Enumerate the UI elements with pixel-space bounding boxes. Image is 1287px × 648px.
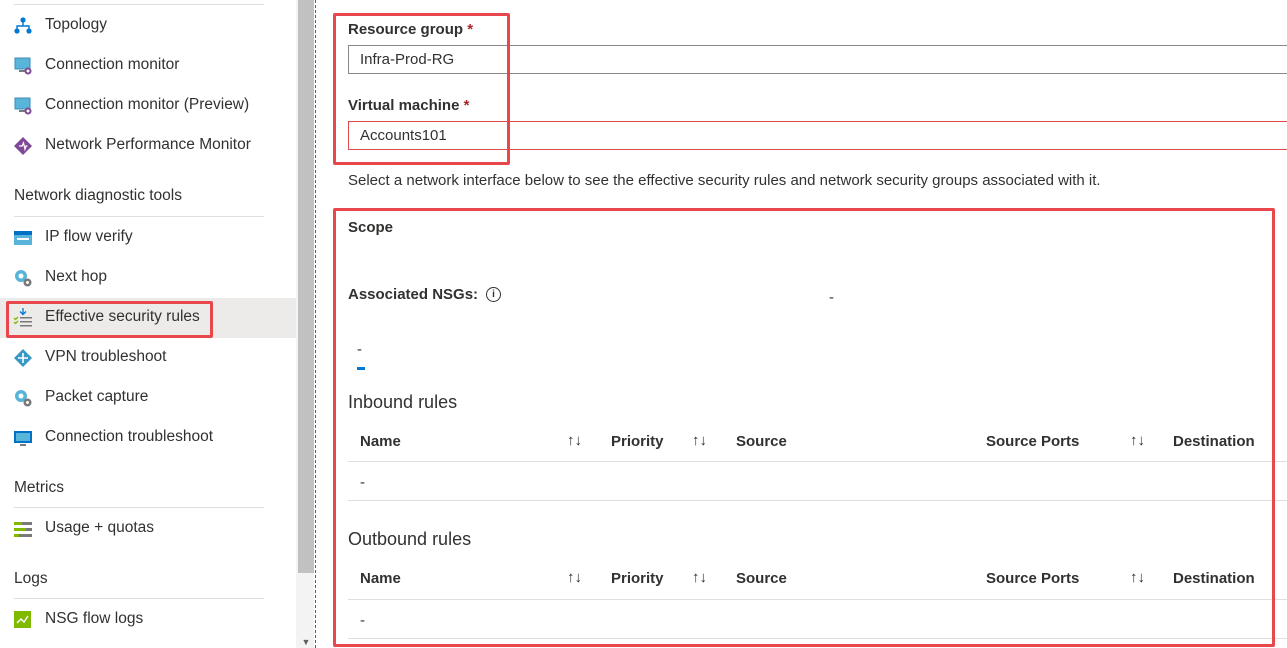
table-divider bbox=[348, 461, 1287, 462]
topology-icon bbox=[13, 16, 33, 36]
section-heading-network-diagnostic-tools: Network diagnostic tools bbox=[14, 187, 182, 204]
sidebar-item-connection-troubleshoot[interactable]: Connection troubleshoot bbox=[0, 418, 296, 458]
column-header-destination[interactable]: Destination bbox=[1173, 570, 1255, 587]
vpn-troubleshoot-icon bbox=[13, 348, 33, 368]
sidebar-item-topology[interactable]: Topology bbox=[0, 6, 296, 46]
sidebar-item-label: Connection monitor (Preview) bbox=[45, 96, 250, 113]
sidebar-item-connection-monitor-preview[interactable]: Connection monitor (Preview) bbox=[0, 86, 296, 126]
ip-flow-verify-icon bbox=[13, 228, 33, 248]
panel-divider bbox=[315, 0, 316, 648]
sidebar-item-vpn-troubleshoot[interactable]: VPN troubleshoot bbox=[0, 338, 296, 378]
help-text: Select a network interface below to see … bbox=[348, 172, 1101, 189]
sidebar-item-label: NSG flow logs bbox=[45, 610, 144, 627]
sort-icon[interactable]: ↑↓ bbox=[1130, 432, 1145, 449]
connection-monitor-preview-icon bbox=[13, 96, 33, 116]
column-header-name[interactable]: Name bbox=[360, 570, 401, 587]
virtual-machine-label: Virtual machine * bbox=[348, 97, 469, 114]
column-header-destination[interactable]: Destination bbox=[1173, 433, 1255, 450]
sidebar-item-effective-security-rules[interactable]: Effective security rules bbox=[0, 298, 296, 338]
effective-security-rules-icon bbox=[13, 308, 33, 328]
sidebar-divider bbox=[14, 216, 264, 217]
column-header-source-ports[interactable]: Source Ports bbox=[986, 433, 1079, 450]
virtual-machine-field[interactable]: Accounts101 bbox=[348, 121, 1287, 150]
table-row: - bbox=[360, 612, 365, 629]
connection-troubleshoot-icon bbox=[13, 428, 33, 448]
network-performance-monitor-icon bbox=[13, 136, 33, 156]
sort-icon[interactable]: ↑↓ bbox=[692, 569, 707, 586]
virtual-machine-label-text: Virtual machine bbox=[348, 97, 460, 114]
sidebar-item-label: Effective security rules bbox=[45, 308, 200, 325]
sidebar-scroll-thumb[interactable] bbox=[298, 0, 314, 573]
resource-group-label: Resource group * bbox=[348, 21, 473, 38]
sort-icon[interactable]: ↑↓ bbox=[567, 432, 582, 449]
sidebar-item-label: Connection troubleshoot bbox=[45, 428, 214, 445]
associated-nsgs-value: - bbox=[829, 289, 834, 306]
sidebar-item-network-performance-monitor[interactable]: Network Performance Monitor bbox=[0, 126, 296, 166]
table-divider bbox=[348, 599, 1287, 600]
sidebar: Topology Connection monitor Connection m… bbox=[0, 0, 296, 648]
required-mark: * bbox=[467, 21, 474, 38]
next-hop-icon bbox=[13, 268, 33, 288]
sidebar-item-label: Next hop bbox=[45, 268, 108, 285]
nsg-flow-logs-icon bbox=[13, 610, 33, 630]
resource-group-label-text: Resource group bbox=[348, 21, 464, 38]
sort-icon[interactable]: ↑↓ bbox=[692, 432, 707, 449]
column-header-source[interactable]: Source bbox=[736, 570, 787, 587]
section-heading-logs: Logs bbox=[14, 570, 48, 587]
sidebar-item-ip-flow-verify[interactable]: IP flow verify bbox=[0, 218, 296, 258]
sidebar-item-label: VPN troubleshoot bbox=[45, 348, 167, 365]
sidebar-item-label: IP flow verify bbox=[45, 228, 133, 245]
table-divider bbox=[348, 638, 1287, 639]
outbound-rules-title: Outbound rules bbox=[348, 529, 472, 549]
sidebar-item-next-hop[interactable]: Next hop bbox=[0, 258, 296, 298]
network-interface-tab[interactable]: - bbox=[357, 341, 362, 358]
table-row: - bbox=[360, 474, 365, 491]
packet-capture-icon bbox=[13, 388, 33, 408]
usage-quotas-icon bbox=[13, 519, 33, 539]
sidebar-item-label: Connection monitor bbox=[45, 56, 180, 73]
column-header-source-ports[interactable]: Source Ports bbox=[986, 570, 1079, 587]
sidebar-divider bbox=[14, 598, 264, 599]
column-header-priority[interactable]: Priority bbox=[611, 570, 664, 587]
sort-icon[interactable]: ↑↓ bbox=[567, 569, 582, 586]
sort-icon[interactable]: ↑↓ bbox=[1130, 569, 1145, 586]
column-header-source[interactable]: Source bbox=[736, 433, 787, 450]
associated-nsgs-label: Associated NSGs: bbox=[348, 286, 479, 303]
sidebar-item-label: Packet capture bbox=[45, 388, 149, 405]
column-header-priority[interactable]: Priority bbox=[611, 433, 664, 450]
scope-label: Scope bbox=[348, 219, 394, 236]
sidebar-item-label: Network Performance Monitor bbox=[45, 136, 251, 153]
required-mark: * bbox=[463, 97, 470, 114]
info-icon[interactable]: i bbox=[486, 287, 501, 302]
sidebar-item-nsg-flow-logs[interactable]: NSG flow logs bbox=[0, 600, 296, 640]
sidebar-item-label: Usage + quotas bbox=[45, 519, 155, 536]
connection-monitor-icon bbox=[13, 56, 33, 76]
sidebar-item-label: Topology bbox=[45, 16, 108, 33]
section-heading-metrics: Metrics bbox=[14, 479, 64, 496]
sidebar-divider bbox=[14, 4, 264, 5]
column-header-name[interactable]: Name bbox=[360, 433, 401, 450]
sidebar-item-packet-capture[interactable]: Packet capture bbox=[0, 378, 296, 418]
sidebar-item-usage-quotas[interactable]: Usage + quotas bbox=[0, 509, 296, 549]
resource-group-field[interactable]: Infra-Prod-RG bbox=[348, 45, 1287, 74]
sidebar-divider bbox=[14, 507, 264, 508]
table-divider bbox=[348, 500, 1287, 501]
scroll-down-arrow-icon[interactable]: ▼ bbox=[298, 636, 314, 648]
inbound-rules-title: Inbound rules bbox=[348, 392, 458, 412]
tab-underline bbox=[357, 367, 365, 370]
sidebar-item-connection-monitor[interactable]: Connection monitor bbox=[0, 46, 296, 86]
